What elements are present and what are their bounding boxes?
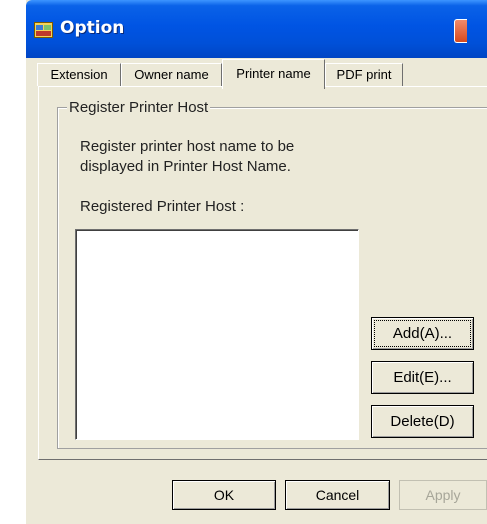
tab-label: PDF print xyxy=(336,67,392,82)
ok-button[interactable]: OK xyxy=(172,480,276,510)
close-button[interactable] xyxy=(454,19,467,43)
description-line-2: displayed in Printer Host Name. xyxy=(80,158,291,175)
cancel-button[interactable]: Cancel xyxy=(285,480,390,510)
tab-owner-name[interactable]: Owner name xyxy=(121,63,222,86)
apply-button: Apply xyxy=(399,480,487,510)
edit-button[interactable]: Edit(E)... xyxy=(371,361,474,394)
registered-printer-host-list[interactable] xyxy=(75,229,359,440)
tab-label: Owner name xyxy=(134,67,209,82)
tab-printer-name[interactable]: Printer name xyxy=(222,59,325,89)
title-bar[interactable]: Option xyxy=(26,0,487,58)
tab-extension[interactable]: Extension xyxy=(37,63,121,86)
tab-label: Printer name xyxy=(236,66,311,81)
registered-host-label: Registered Printer Host : xyxy=(80,198,245,215)
tab-label: Extension xyxy=(50,67,108,82)
tab-pdf-print[interactable]: PDF print xyxy=(325,63,403,86)
group-title: Register Printer Host xyxy=(67,99,211,116)
add-button[interactable]: Add(A)... xyxy=(371,317,474,350)
delete-button[interactable]: Delete(D) xyxy=(371,405,474,438)
description-line-1: Register printer host name to be xyxy=(80,138,295,155)
app-icon xyxy=(34,21,53,39)
window-title: Option xyxy=(60,18,125,38)
